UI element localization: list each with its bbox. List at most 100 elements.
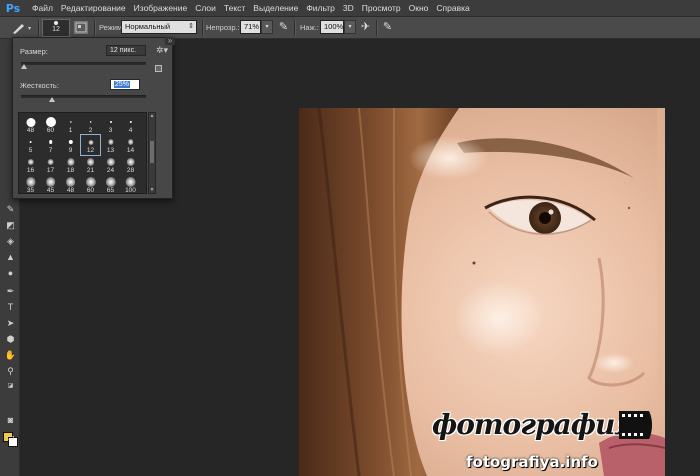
- brush-preset-size: 13: [106, 147, 115, 154]
- brush-size-label: 12: [52, 26, 60, 33]
- pressure-opacity-icon[interactable]: ✎: [276, 20, 291, 35]
- blur-tool-icon[interactable]: ▲: [4, 251, 17, 264]
- brush-preset-item[interactable]: 65: [101, 175, 120, 193]
- brush-preset-item[interactable]: 35: [21, 175, 40, 193]
- brush-preset-item[interactable]: 2: [81, 115, 100, 135]
- brush-preset-item[interactable]: 13: [101, 135, 120, 155]
- brush-preset-item[interactable]: 100: [121, 175, 140, 193]
- brush-tip-icon: [86, 158, 95, 166]
- brush-preset-item[interactable]: 18: [61, 155, 80, 175]
- menu-layers[interactable]: Слои: [191, 3, 220, 13]
- path-selection-tool-icon[interactable]: ➤: [4, 317, 17, 330]
- brush-preset-item[interactable]: 60: [41, 115, 60, 135]
- photoshop-logo: Ps: [5, 1, 21, 15]
- brush-tip-icon: [54, 21, 58, 25]
- brush-tool-icon[interactable]: ✎: [4, 203, 17, 216]
- brush-tip-icon: [66, 158, 75, 166]
- tool-preset-picker[interactable]: [10, 21, 40, 35]
- menu-type[interactable]: Текст: [220, 3, 249, 13]
- menu-window[interactable]: Окно: [405, 3, 433, 13]
- brush-preset-item[interactable]: 21: [81, 155, 100, 175]
- brush-preset-item[interactable]: 5: [21, 135, 40, 155]
- hand-tool-icon[interactable]: ✋: [4, 349, 17, 362]
- brush-preset-item[interactable]: 28: [121, 155, 140, 175]
- hardness-slider-track[interactable]: [21, 95, 146, 98]
- brush-preset-item[interactable]: 9: [61, 135, 80, 155]
- menu-help[interactable]: Справка: [432, 3, 473, 13]
- brush-tip-icon: [125, 176, 136, 188]
- brush-tip-icon: [27, 158, 34, 166]
- flow-dropdown-button[interactable]: ▾: [344, 20, 356, 34]
- brush-tip-icon: [85, 176, 96, 188]
- brush-panel-toggle-button[interactable]: [74, 21, 88, 34]
- brush-preset-item[interactable]: 24: [101, 155, 120, 175]
- airbrush-icon[interactable]: ✈: [358, 20, 373, 35]
- hardness-label: Жесткость:: [20, 81, 59, 90]
- menu-select[interactable]: Выделение: [249, 3, 302, 13]
- gear-icon[interactable]: ✲▾: [156, 45, 168, 56]
- type-tool-icon[interactable]: T: [4, 301, 17, 314]
- brush-tip-icon: [65, 177, 76, 187]
- brush-tip-icon: [26, 117, 35, 127]
- menu-image[interactable]: Изображение: [130, 3, 192, 13]
- menu-edit[interactable]: Редактирование: [57, 3, 130, 13]
- scroll-up-icon[interactable]: ▲: [149, 113, 155, 119]
- brush-preset-size: 18: [66, 167, 75, 174]
- watermark-script: фотография: [432, 408, 637, 441]
- brush-preset-item[interactable]: 48: [21, 115, 40, 135]
- zoom-tool-icon[interactable]: ⚲: [4, 365, 17, 378]
- scroll-thumb[interactable]: [150, 141, 154, 163]
- size-slider-thumb[interactable]: [20, 64, 27, 69]
- size-slider-track[interactable]: [21, 62, 146, 65]
- brush-preset-item[interactable]: 14: [121, 135, 140, 155]
- brush-preset-item[interactable]: 16: [21, 155, 40, 175]
- hardness-slider-thumb[interactable]: [49, 97, 56, 102]
- brush-preset-item[interactable]: 17: [41, 155, 60, 175]
- watermark-url: fotografiya.info: [466, 453, 598, 471]
- new-preset-icon[interactable]: [155, 65, 162, 72]
- pen-tool-icon[interactable]: ✒: [4, 285, 17, 298]
- brush-tip-icon: [107, 139, 114, 145]
- menu-filter[interactable]: Фильтр: [302, 3, 339, 13]
- shape-tool-icon[interactable]: ⬢: [4, 333, 17, 346]
- menu-file[interactable]: Файл: [28, 3, 57, 13]
- brush-preset-item[interactable]: 3: [101, 115, 120, 135]
- pressure-size-icon[interactable]: ✎: [380, 20, 395, 35]
- brush-preset-item[interactable]: 45: [41, 175, 60, 193]
- size-field[interactable]: 12 пикс.: [106, 45, 146, 56]
- preset-scrollbar[interactable]: ▲ ▼: [148, 112, 156, 194]
- paint-bucket-tool-icon[interactable]: ◈: [4, 235, 17, 248]
- brush-preset-item[interactable]: 4: [121, 115, 140, 135]
- brush-preset-size: 14: [126, 147, 135, 154]
- quick-mask-icon[interactable]: ◙: [4, 414, 17, 427]
- opacity-dropdown-button[interactable]: ▾: [261, 20, 273, 34]
- opacity-field[interactable]: 71%: [240, 20, 261, 34]
- screen-mode-icon[interactable]: ▭: [4, 431, 17, 444]
- brush-preset-size: 60: [46, 127, 55, 134]
- brush-preset-size: 1: [68, 127, 73, 134]
- brush-preset-item[interactable]: 1: [61, 115, 80, 135]
- hardness-field[interactable]: 25%: [110, 79, 140, 90]
- close-icon[interactable]: »: [165, 37, 175, 45]
- brush-tip-icon: [29, 140, 32, 144]
- dodge-tool-icon[interactable]: ●: [4, 267, 17, 280]
- brush-tip-icon: [129, 120, 132, 124]
- menu-view[interactable]: Просмотр: [358, 3, 405, 13]
- brush-preset-size: 4: [128, 127, 133, 134]
- size-label: Размер:: [20, 47, 48, 56]
- brush-preset-item[interactable]: 48: [61, 175, 80, 193]
- flow-field[interactable]: 100%: [320, 20, 344, 34]
- brush-preset-item[interactable]: 60: [81, 175, 100, 193]
- brush-preset-item[interactable]: 7: [41, 135, 60, 155]
- blend-mode-select[interactable]: Нормальный ⇕: [121, 20, 197, 34]
- brush-preset-item[interactable]: 12: [80, 134, 101, 156]
- menu-3d[interactable]: 3D: [339, 3, 358, 13]
- brush-preset-grid: 48 60 1 2 3 4 5 7 9 12 13 14 16 17 18 21 24 28 35 45 48 60 65 1…: [18, 112, 147, 194]
- brush-tip-icon: [109, 121, 112, 123]
- eraser-tool-icon[interactable]: ◩: [4, 219, 17, 232]
- scroll-down-icon[interactable]: ▼: [149, 187, 155, 193]
- default-colors-icon[interactable]: ◪: [4, 380, 17, 393]
- brush-preset-size: 5: [28, 147, 33, 154]
- brush-preset-picker[interactable]: 12: [42, 19, 70, 37]
- brush-tip-icon: [25, 177, 36, 187]
